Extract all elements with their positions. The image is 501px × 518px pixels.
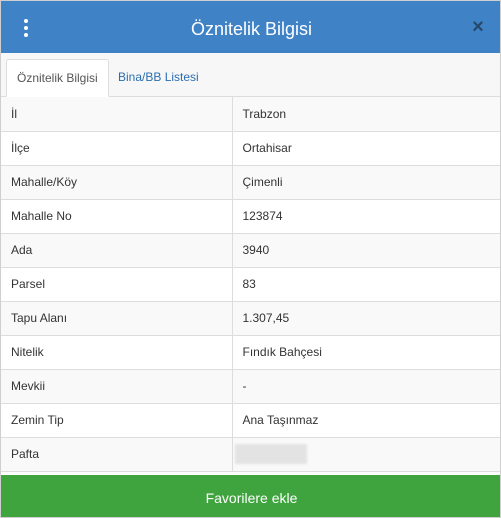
table-row: İl Trabzon	[1, 97, 500, 132]
dialog-title: Öznitelik Bilgisi	[190, 19, 313, 39]
table-row: İlçe Ortahisar	[1, 131, 500, 166]
attribute-value: Ana Taşınmaz	[232, 403, 500, 438]
attribute-key: İlçe	[1, 131, 233, 166]
table-row: Ada 3940	[1, 233, 500, 268]
close-icon[interactable]: ×	[468, 17, 488, 37]
table-row: Pafta	[1, 437, 500, 472]
attribute-value: 123874	[232, 199, 500, 234]
tab-attribute-info[interactable]: Öznitelik Bilgisi	[6, 59, 109, 97]
attribute-info-dialog: Öznitelik Bilgisi × Öznitelik Bilgisi Bi…	[0, 0, 501, 518]
attribute-key: Mevkii	[1, 369, 233, 404]
table-row: Mahalle No 123874	[1, 199, 500, 234]
attribute-key: Zemin Tip	[1, 403, 233, 438]
table-row: Nitelik Fındık Bahçesi	[1, 335, 500, 370]
dialog-header: Öznitelik Bilgisi ×	[1, 1, 500, 53]
attribute-value: 1.307,45	[232, 301, 500, 336]
table-row: Zemin Tip Ana Taşınmaz	[1, 403, 500, 438]
attribute-value: Ortahisar	[232, 131, 500, 166]
attribute-value: Çimenli	[232, 165, 500, 200]
redacted-value	[234, 444, 307, 464]
attribute-key: İl	[1, 97, 233, 132]
table-row: Mevkii -	[1, 369, 500, 404]
attribute-value: 83	[232, 267, 500, 302]
tab-bar: Öznitelik Bilgisi Bina/BB Listesi	[1, 53, 500, 97]
attribute-table: İl Trabzon İlçe Ortahisar Mahalle/Köy Çi…	[1, 97, 500, 472]
attribute-value: 3940	[232, 233, 500, 268]
tab-building-list[interactable]: Bina/BB Listesi	[108, 59, 209, 97]
attribute-key: Ada	[1, 233, 233, 268]
attribute-key: Tapu Alanı	[1, 301, 233, 336]
attribute-value: -	[232, 369, 500, 404]
attribute-key: Mahalle No	[1, 199, 233, 234]
table-row: Parsel 83	[1, 267, 500, 302]
add-to-favorites-button[interactable]: Favorilere ekle	[1, 475, 500, 517]
kebab-menu-icon[interactable]	[21, 19, 31, 39]
attribute-key: Pafta	[1, 437, 233, 472]
attribute-value: Fındık Bahçesi	[232, 335, 500, 370]
attribute-value: Trabzon	[232, 97, 500, 132]
table-row: Mahalle/Köy Çimenli	[1, 165, 500, 200]
attribute-key: Parsel	[1, 267, 233, 302]
attribute-value-redacted	[232, 437, 500, 472]
attribute-key: Mahalle/Köy	[1, 165, 233, 200]
attribute-key: Nitelik	[1, 335, 233, 370]
table-row: Tapu Alanı 1.307,45	[1, 301, 500, 336]
